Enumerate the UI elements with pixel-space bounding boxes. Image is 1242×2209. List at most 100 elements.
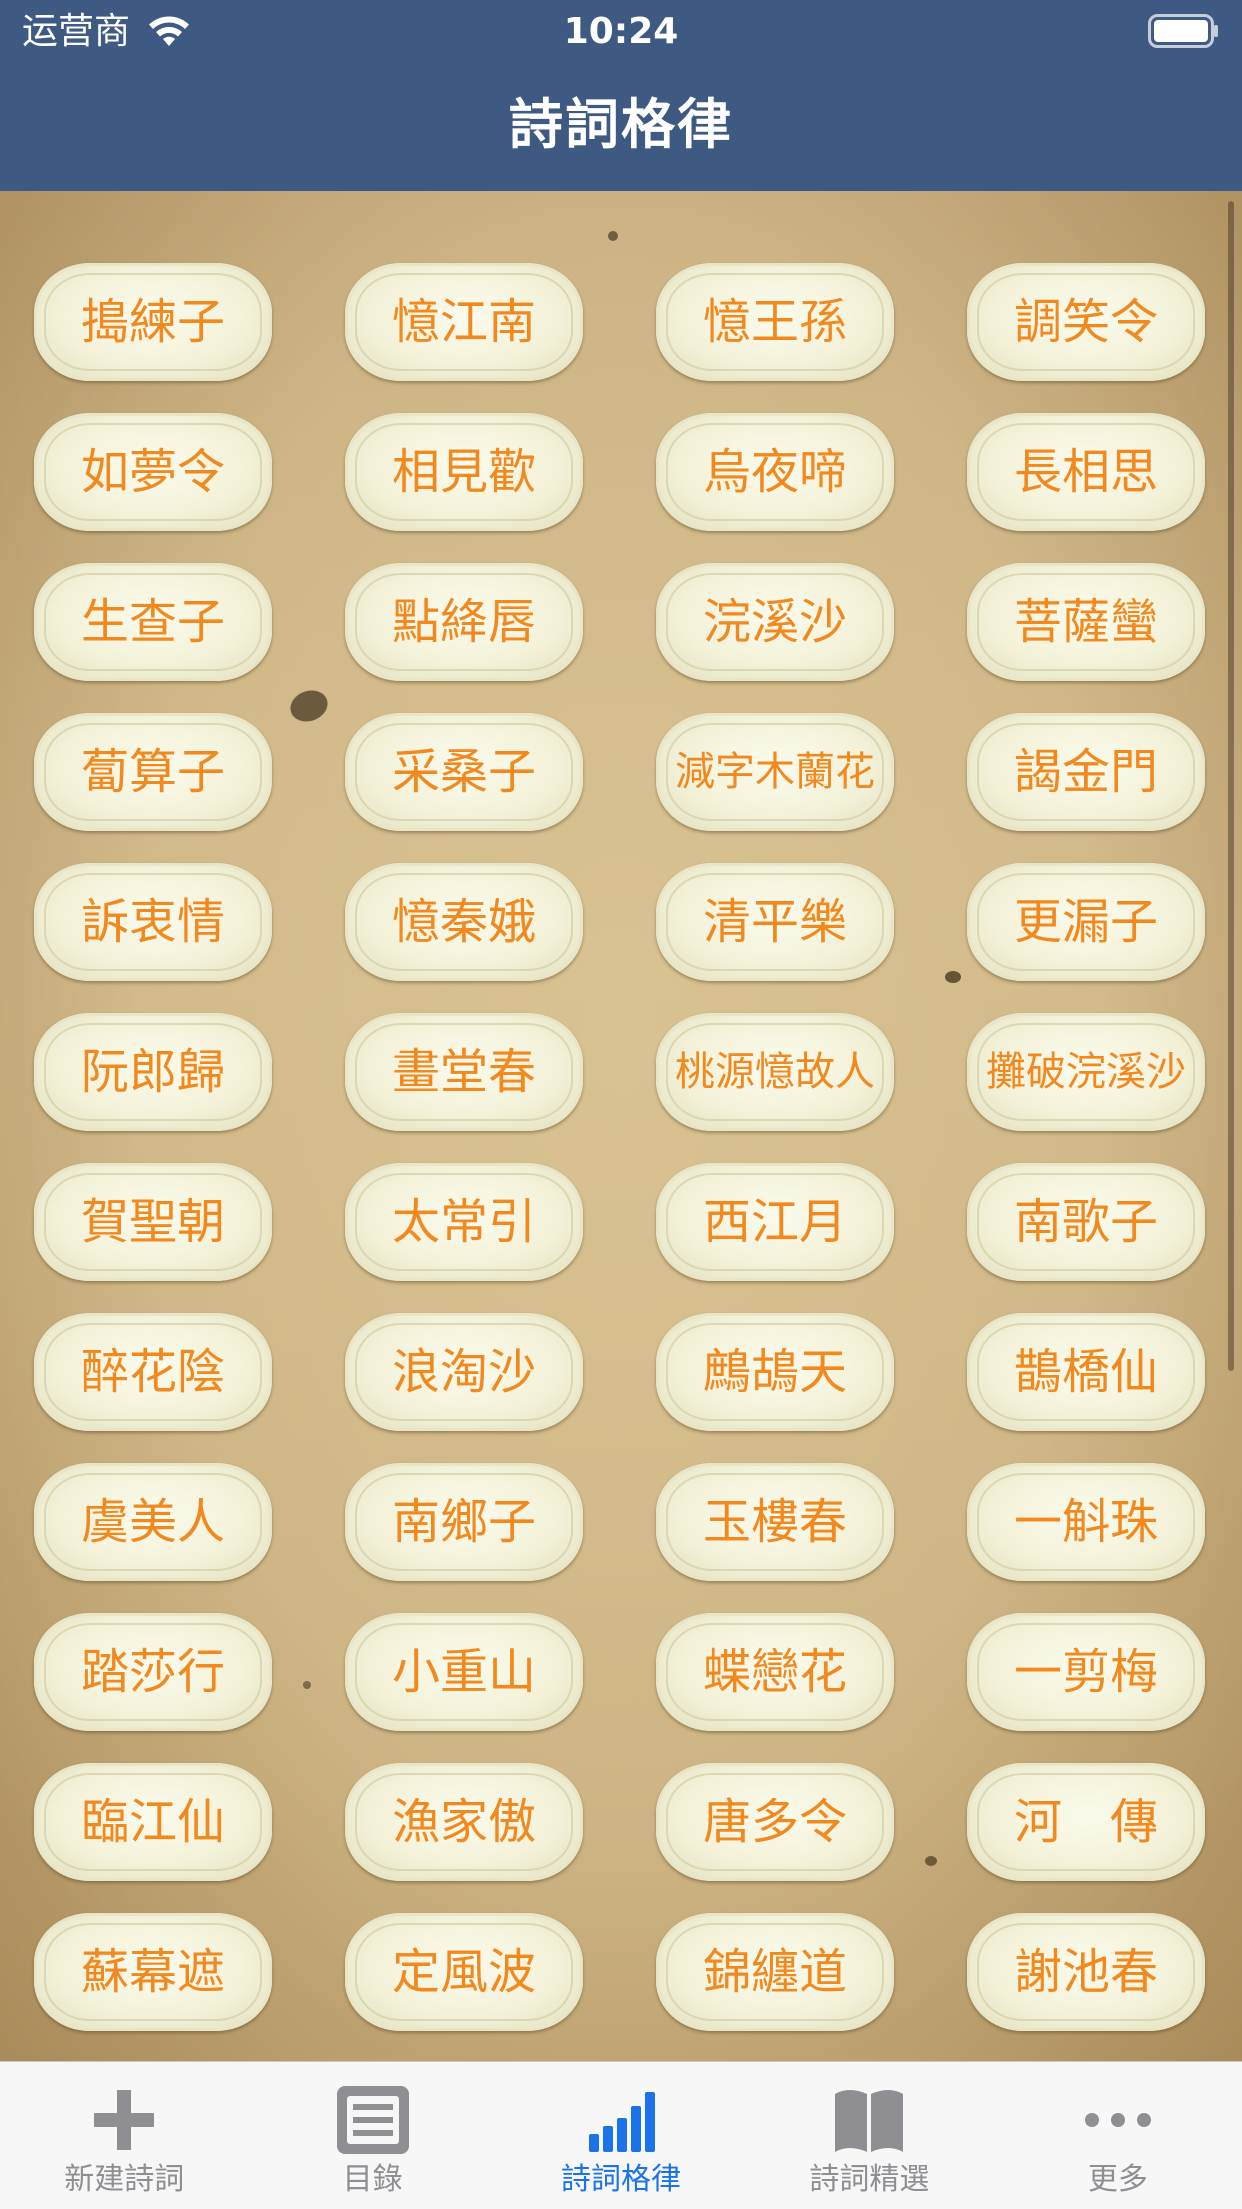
tune-button[interactable]: 蘇幕遮 <box>34 1913 272 2031</box>
tune-label: 烏夜啼 <box>702 444 847 500</box>
tune-button[interactable]: 生查子 <box>34 563 272 681</box>
tune-button[interactable]: 踏莎行 <box>34 1613 272 1731</box>
tune-button[interactable]: 長相思 <box>967 413 1205 531</box>
page-title: 詩詞格律 <box>509 93 733 156</box>
tune-button[interactable]: 蝶戀花 <box>656 1613 894 1731</box>
tune-label: 清平樂 <box>702 894 847 950</box>
tune-button[interactable]: 一剪梅 <box>967 1613 1205 1731</box>
tab-new-poem[interactable]: 新建詩詞 <box>0 2062 248 2209</box>
tab-poem-rules[interactable]: 詩詞格律 <box>497 2062 745 2209</box>
tune-button[interactable]: 訴衷情 <box>34 863 272 981</box>
tab-catalog[interactable]: 目錄 <box>248 2062 496 2209</box>
tune-button[interactable]: 一斛珠 <box>967 1463 1205 1581</box>
tune-button[interactable]: 定風波 <box>345 1913 583 2031</box>
tune-label: 憶王孫 <box>702 294 847 350</box>
tune-button[interactable]: 菩薩蠻 <box>967 563 1205 681</box>
tune-button[interactable]: 調笑令 <box>967 263 1205 381</box>
tune-button[interactable]: 浪淘沙 <box>345 1313 583 1431</box>
tune-button[interactable]: 錦纏道 <box>656 1913 894 2031</box>
tune-label: 阮郎歸 <box>80 1044 225 1100</box>
tune-button[interactable]: 攤破浣溪沙 <box>967 1013 1205 1131</box>
tune-button[interactable]: 蔔算子 <box>34 713 272 831</box>
tune-button[interactable]: 漁家傲 <box>345 1763 583 1881</box>
tune-button[interactable]: 清平樂 <box>656 863 894 981</box>
tab-label: 更多 <box>1087 2162 1148 2197</box>
tune-label: 減字木蘭花 <box>675 749 875 795</box>
tune-button[interactable]: 虞美人 <box>34 1463 272 1581</box>
tune-label: 一斛珠 <box>1013 1494 1158 1550</box>
tune-label: 醉花陰 <box>80 1344 225 1400</box>
scrollbar[interactable] <box>1228 201 1234 1371</box>
tune-label: 鷓鴣天 <box>702 1344 847 1400</box>
tune-label: 漁家傲 <box>391 1794 536 1850</box>
tune-label: 南歌子 <box>1013 1194 1158 1250</box>
tab-label: 新建詩詞 <box>64 2162 185 2197</box>
tune-label: 定風波 <box>391 1944 536 2000</box>
tune-button[interactable]: 憶江南 <box>345 263 583 381</box>
tune-button[interactable]: 鷓鴣天 <box>656 1313 894 1431</box>
list-icon <box>336 2086 409 2154</box>
tune-button[interactable]: 烏夜啼 <box>656 413 894 531</box>
tune-button[interactable]: 醉花陰 <box>34 1313 272 1431</box>
tune-label: 長相思 <box>1013 444 1158 500</box>
tune-button[interactable]: 點絳唇 <box>345 563 583 681</box>
tune-label: 更漏子 <box>1013 894 1158 950</box>
tune-button[interactable]: 太常引 <box>345 1163 583 1281</box>
tune-button[interactable]: 謁金門 <box>967 713 1205 831</box>
tune-button[interactable]: 更漏子 <box>967 863 1205 981</box>
tune-label: 搗練子 <box>80 294 225 350</box>
tune-label: 浣溪沙 <box>702 594 847 650</box>
tab-label: 目錄 <box>342 2162 403 2197</box>
tune-label: 生查子 <box>80 594 225 650</box>
tune-label: 錦纏道 <box>702 1944 847 2000</box>
tune-button[interactable]: 桃源憶故人 <box>656 1013 894 1131</box>
tune-label: 如夢令 <box>80 444 225 500</box>
tune-button[interactable]: 阮郎歸 <box>34 1013 272 1131</box>
tune-button[interactable]: 河 傳 <box>967 1763 1205 1881</box>
tab-more[interactable]: 更多 <box>994 2062 1242 2209</box>
tune-label: 畫堂春 <box>391 1044 536 1100</box>
tab-label: 詩詞精選 <box>809 2162 930 2197</box>
tune-button[interactable]: 西江月 <box>656 1163 894 1281</box>
bar-chart-icon <box>589 2092 656 2152</box>
tune-button[interactable]: 相見歡 <box>345 413 583 531</box>
tune-button[interactable]: 畫堂春 <box>345 1013 583 1131</box>
more-icon <box>1084 2113 1151 2127</box>
tune-button[interactable]: 憶王孫 <box>656 263 894 381</box>
tune-button[interactable]: 玉樓春 <box>656 1463 894 1581</box>
tune-button[interactable]: 憶秦娥 <box>345 863 583 981</box>
tune-label: 調笑令 <box>1013 294 1158 350</box>
tune-label: 南鄉子 <box>391 1494 536 1550</box>
tune-button[interactable]: 賀聖朝 <box>34 1163 272 1281</box>
tab-poem-selection[interactable]: 詩詞精選 <box>745 2062 993 2209</box>
tab-label: 詩詞格律 <box>561 2162 682 2197</box>
tune-label: 采桑子 <box>391 744 536 800</box>
tune-button[interactable]: 浣溪沙 <box>656 563 894 681</box>
tune-label: 玉樓春 <box>702 1494 847 1550</box>
tune-label: 踏莎行 <box>80 1644 225 1700</box>
battery-icon <box>1148 14 1218 48</box>
tune-button[interactable]: 鵲橋仙 <box>967 1313 1205 1431</box>
tune-label: 蝶戀花 <box>702 1644 847 1700</box>
tune-button[interactable]: 臨江仙 <box>34 1763 272 1881</box>
tune-label: 憶江南 <box>391 294 536 350</box>
tune-label: 唐多令 <box>702 1794 847 1850</box>
tune-button[interactable]: 小重山 <box>345 1613 583 1731</box>
tune-button[interactable]: 南鄉子 <box>345 1463 583 1581</box>
tune-label: 臨江仙 <box>80 1794 225 1850</box>
tune-label: 蘇幕遮 <box>80 1944 225 2000</box>
tune-button[interactable]: 采桑子 <box>345 713 583 831</box>
tune-button[interactable]: 謝池春 <box>967 1913 1205 2031</box>
tune-label: 相見歡 <box>391 444 536 500</box>
top-bar: 运营商 10:24 詩詞格律 <box>0 0 1242 191</box>
status-time: 10:24 <box>563 11 679 52</box>
tune-button[interactable]: 減字木蘭花 <box>656 713 894 831</box>
tune-list-area[interactable]: 搗練子 憶江南 憶王孫 調笑令 如夢令 相見歡 烏夜啼 長相思 生查子 點絳唇 … <box>0 191 1242 2061</box>
tune-button[interactable]: 唐多令 <box>656 1763 894 1881</box>
plus-icon <box>94 2090 155 2150</box>
tune-button[interactable]: 南歌子 <box>967 1163 1205 1281</box>
tune-button[interactable]: 如夢令 <box>34 413 272 531</box>
tune-label: 訴衷情 <box>80 894 225 950</box>
tune-button[interactable]: 搗練子 <box>34 263 272 381</box>
tune-label: 浪淘沙 <box>391 1344 536 1400</box>
